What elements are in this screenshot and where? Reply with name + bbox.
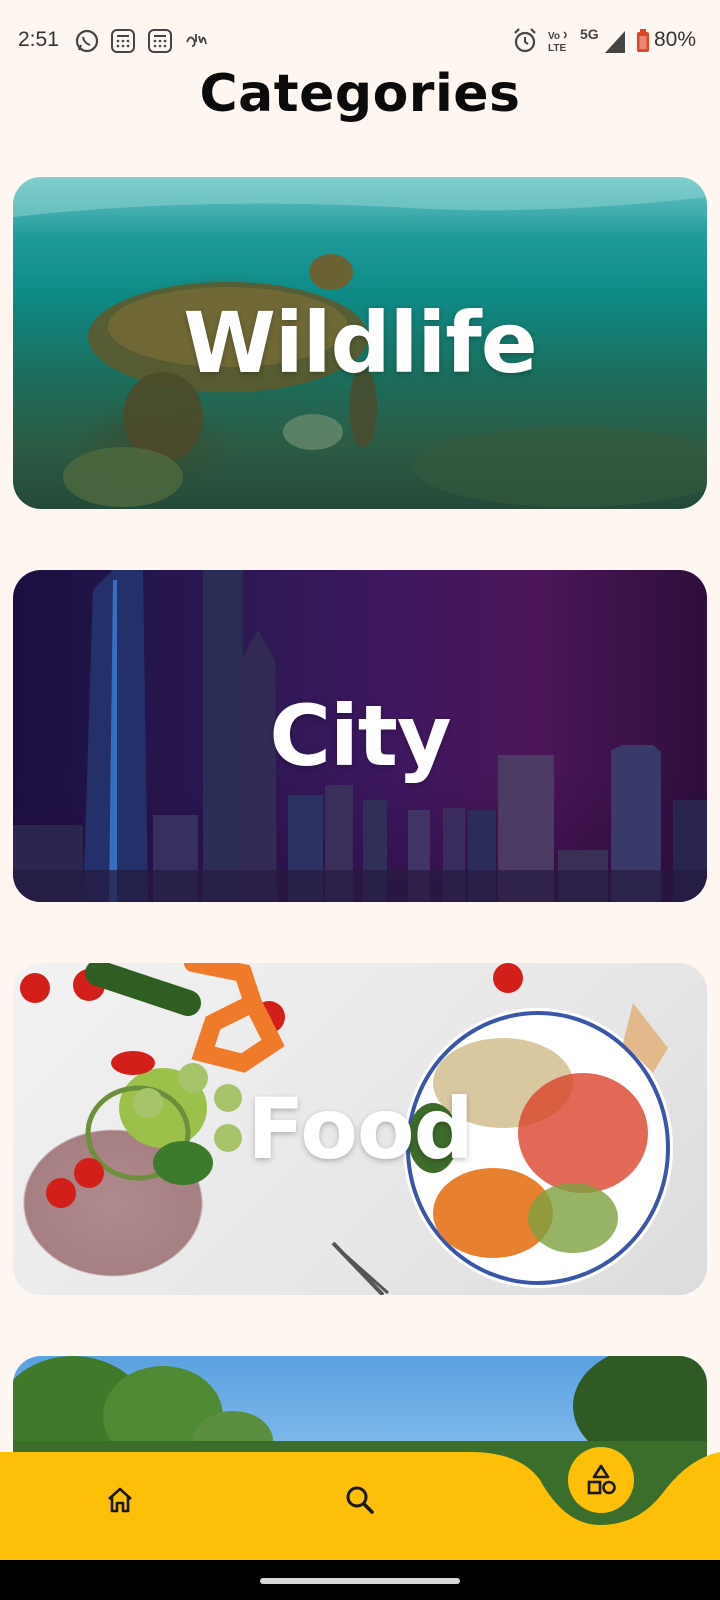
category-label: Wildlife: [183, 294, 537, 392]
svg-text:LTE: LTE: [548, 43, 566, 54]
category-card-wildlife[interactable]: Wildlife: [13, 177, 707, 509]
whatsapp-icon: [75, 29, 99, 53]
calculator-icon: [111, 29, 135, 53]
home-gesture-pill[interactable]: [260, 1578, 460, 1584]
category-label: Food: [247, 1080, 474, 1178]
signal-icon: [605, 31, 625, 53]
home-icon: [108, 1487, 132, 1513]
alarm-icon: [514, 28, 536, 53]
page-title: Categories: [199, 64, 521, 124]
status-time: 2:51: [18, 28, 59, 51]
nav-categories-button[interactable]: [568, 1447, 634, 1513]
nav-search-button[interactable]: [336, 1476, 384, 1524]
category-card-food[interactable]: Food: [13, 963, 707, 1295]
battery-percent: 80%: [654, 28, 697, 51]
nav-home-button[interactable]: [96, 1476, 144, 1524]
volte-icon: Vo LTE: [548, 31, 567, 54]
categories-icon: [587, 1464, 616, 1495]
svg-text:Vo: Vo: [548, 31, 560, 42]
battery-icon: [637, 29, 649, 52]
category-card-city[interactable]: City: [13, 570, 707, 902]
category-label: City: [269, 687, 451, 785]
script-icon: [186, 34, 207, 47]
calculator-icon: [148, 29, 172, 53]
search-icon: [346, 1486, 374, 1514]
network-type: 5G: [580, 26, 599, 42]
